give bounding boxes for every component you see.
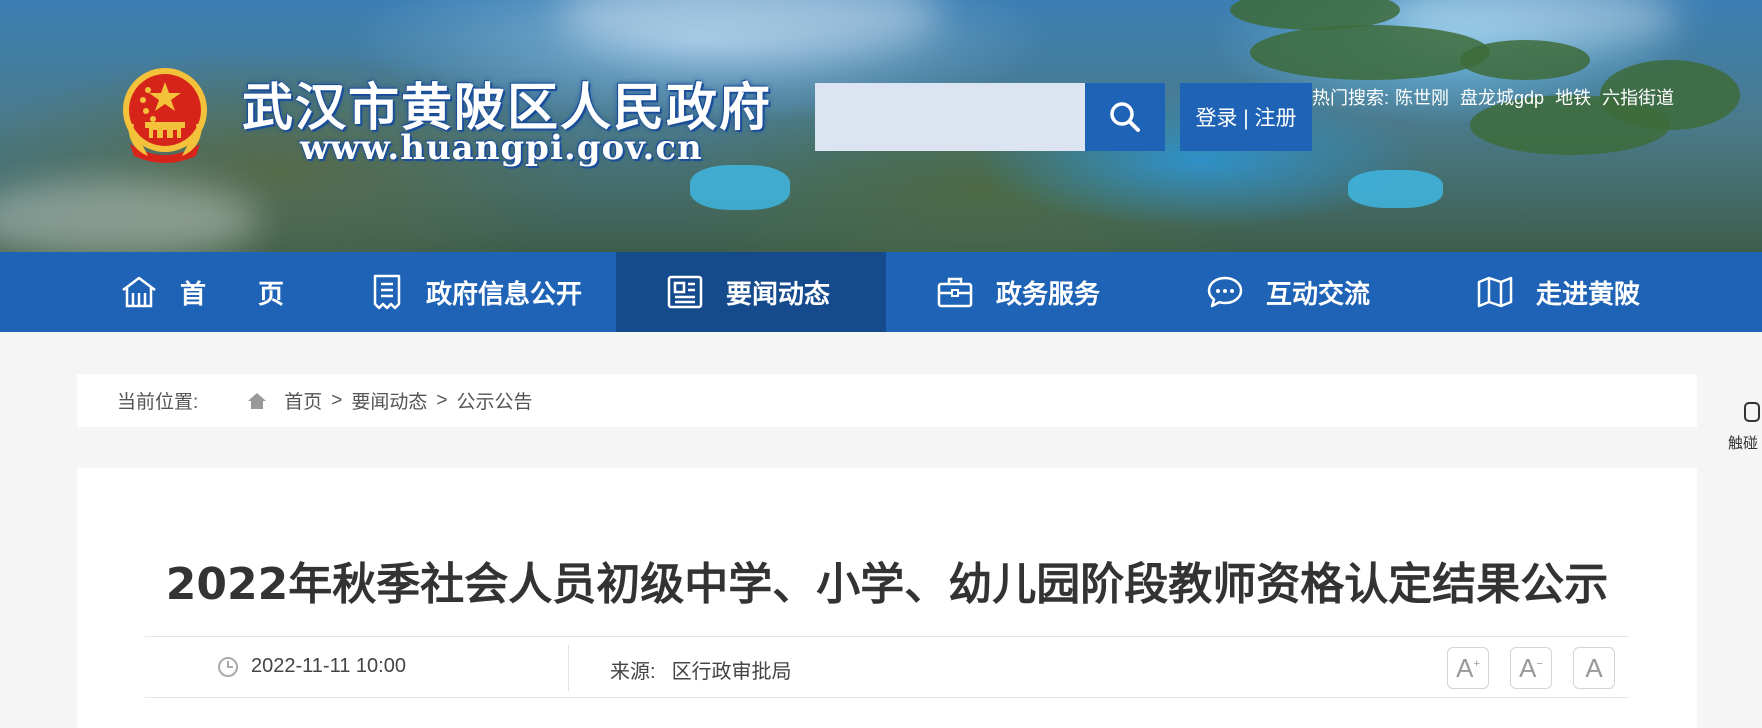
main-nav: 首 页 政府信息公开 要闻动态 政务服务 互动交流 走进黄陂	[0, 252, 1762, 332]
clock-icon	[218, 656, 238, 677]
breadcrumb-separator: >	[436, 389, 448, 411]
font-decrease-label: A−	[1519, 652, 1543, 683]
banner-cloud	[560, 0, 940, 60]
nav-item-label: 首 页	[180, 278, 285, 309]
article-title: 2022年秋季社会人员初级中学、小学、幼儿园阶段教师资格认定结果公示	[165, 559, 1609, 610]
site-url: www.huangpi.gov.cn	[300, 128, 703, 168]
map-icon	[1477, 276, 1513, 308]
breadcrumb-label: 当前位置:	[117, 392, 199, 413]
font-increase-button[interactable]: A+	[1447, 647, 1489, 689]
chat-icon	[1207, 276, 1243, 308]
article-date: 2022-11-11 10:00	[217, 655, 406, 678]
hot-search-term[interactable]: 盘龙城gdp	[1460, 88, 1544, 108]
breadcrumb: 当前位置: 首页 > 要闻动态 > 公示公告	[77, 374, 1697, 427]
article-source: 来源: 区行政审批局	[610, 655, 792, 684]
banner-island	[1250, 25, 1490, 80]
news-icon	[667, 275, 703, 309]
nav-item-interaction[interactable]: 互动交流	[1206, 252, 1446, 332]
touch-icon	[1744, 402, 1760, 422]
nav-item-about[interactable]: 走进黄陂	[1476, 252, 1716, 332]
touch-reading-label: 触碰	[1728, 435, 1759, 452]
national-emblem-icon	[123, 68, 207, 163]
hot-search-label: 热门搜索:	[1312, 88, 1390, 108]
meta-divider	[568, 645, 569, 691]
source-label: 来源:	[610, 661, 656, 683]
search-input[interactable]	[815, 83, 1085, 151]
source-value: 区行政审批局	[671, 661, 792, 683]
nav-item-label: 政务服务	[996, 278, 1101, 309]
home-icon	[248, 392, 267, 409]
article-panel: 2022年秋季社会人员初级中学、小学、幼儿园阶段教师资格认定结果公示 2022-…	[77, 468, 1697, 728]
article-meta: 2022-11-11 10:00 来源: 区行政审批局 A+ A− A	[145, 636, 1629, 698]
font-decrease-button[interactable]: A−	[1510, 647, 1552, 689]
touch-reading-widget[interactable]: 触碰	[1728, 400, 1762, 460]
nav-item-gov-info[interactable]: 政府信息公开	[370, 252, 610, 332]
hot-search: 热门搜索: 陈世刚 盘龙城gdp 地铁 六指街道	[1312, 84, 1680, 110]
breadcrumb-item-home[interactable]: 首页	[284, 387, 322, 414]
nav-item-label: 要闻动态	[726, 278, 831, 309]
banner-lake	[1348, 170, 1443, 208]
briefcase-icon	[937, 277, 973, 308]
breadcrumb-item-news[interactable]: 要闻动态	[351, 387, 427, 414]
banner-lake	[690, 165, 790, 210]
search-icon	[1110, 102, 1140, 132]
hot-search-term[interactable]: 陈世刚	[1395, 88, 1449, 108]
nav-item-news[interactable]: 要闻动态	[616, 252, 886, 332]
hot-search-term[interactable]: 六指街道	[1602, 88, 1674, 108]
banner-island	[1460, 40, 1590, 80]
font-reset-button[interactable]: A	[1573, 647, 1615, 689]
nav-item-home[interactable]: 首 页	[120, 252, 340, 332]
breadcrumb-item-notices[interactable]: 公示公告	[457, 387, 533, 414]
article-date-value: 2022-11-11 10:00	[251, 655, 406, 677]
search-button[interactable]	[1085, 83, 1165, 151]
login-register-button[interactable]: 登录 | 注册	[1180, 83, 1312, 151]
hot-search-term[interactable]: 地铁	[1555, 88, 1591, 108]
nav-item-services[interactable]: 政务服务	[936, 252, 1176, 332]
nav-item-label: 走进黄陂	[1536, 278, 1641, 309]
home-icon	[122, 276, 156, 308]
nav-item-label: 互动交流	[1266, 278, 1371, 309]
font-reset-label: A	[1585, 652, 1603, 683]
header-banner: 武汉市黄陂区人民政府 www.huangpi.gov.cn 登录 | 注册 热门…	[0, 0, 1762, 252]
document-icon	[373, 274, 401, 310]
font-increase-label: A+	[1456, 652, 1480, 683]
banner-cloud	[0, 180, 260, 252]
breadcrumb-separator: >	[331, 389, 343, 411]
nav-item-label: 政府信息公开	[426, 278, 583, 309]
